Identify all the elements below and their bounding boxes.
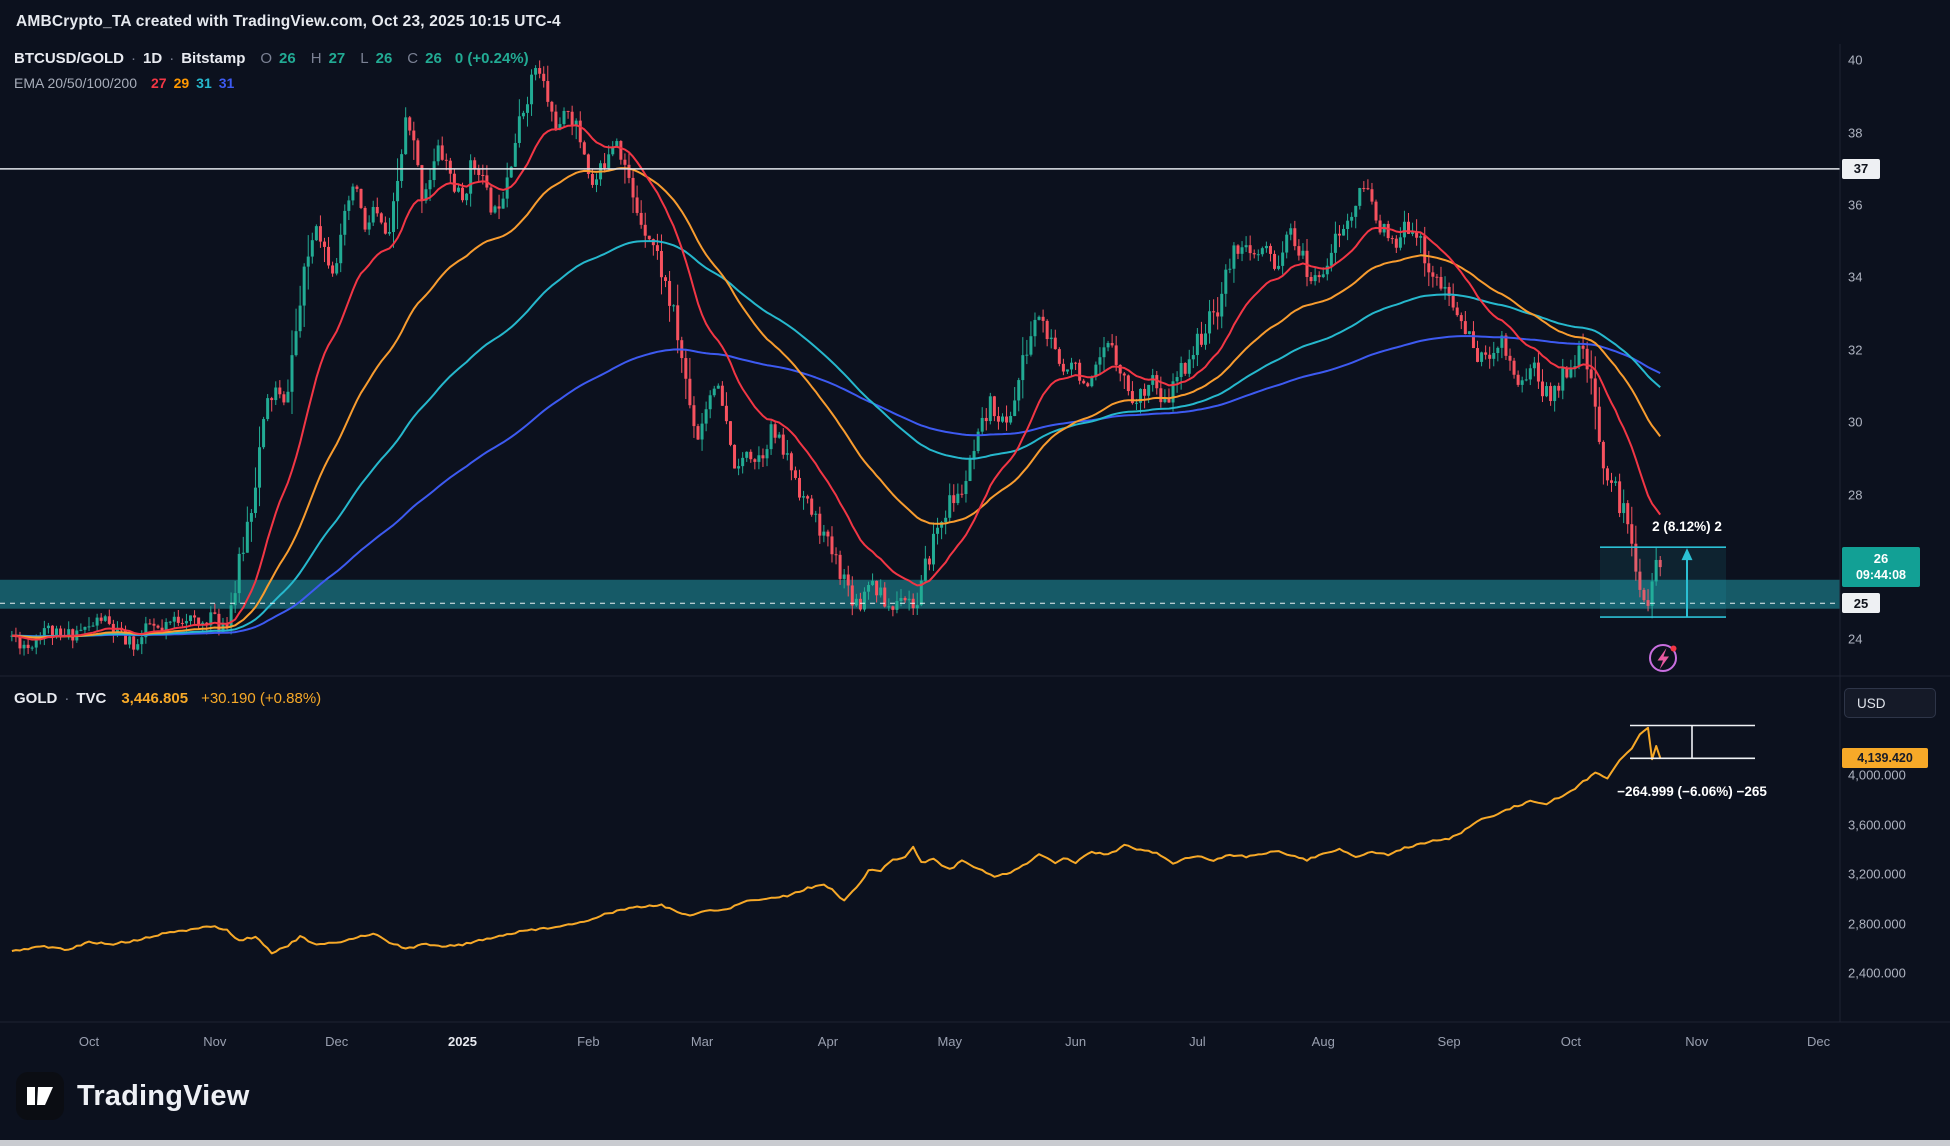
tradingview-logo-icon[interactable] bbox=[16, 1072, 64, 1120]
tradingview-published-chart: AMBCrypto_TA created with TradingView.co… bbox=[0, 0, 1950, 1146]
close-value: 26 bbox=[425, 48, 442, 70]
chart-canvas[interactable] bbox=[0, 0, 1950, 1146]
main-pane-legend: BTCUSD/GOLD · 1D · Bitstamp O 26 H 27 L … bbox=[14, 48, 529, 94]
change-value: 0 (+0.24%) bbox=[455, 48, 529, 70]
last-price-countdown-badge: 26 09:44:08 bbox=[1842, 547, 1920, 587]
time-tick[interactable]: Oct bbox=[79, 1034, 99, 1049]
last-price-text: 26 bbox=[1874, 551, 1888, 568]
time-tick[interactable]: Dec bbox=[1807, 1034, 1830, 1049]
header: AMBCrypto_TA created with TradingView.co… bbox=[0, 0, 1950, 44]
time-tick[interactable]: 2025 bbox=[448, 1034, 477, 1049]
currency-usd-button[interactable]: USD bbox=[1844, 688, 1936, 718]
low-value: 26 bbox=[376, 48, 393, 70]
time-tick[interactable]: Jul bbox=[1189, 1034, 1206, 1049]
price-tick[interactable]: 2,400.000 bbox=[1848, 966, 1906, 981]
ema-indicator-row[interactable]: EMA 20/50/100/200 27 29 31 31 bbox=[14, 72, 529, 94]
symbol-name[interactable]: BTCUSD/GOLD bbox=[14, 48, 124, 70]
gold-change-value: +30.190 (+0.88%) bbox=[201, 688, 321, 710]
hline-price-text: 37 bbox=[1854, 161, 1868, 176]
ema-value: 31 bbox=[219, 75, 235, 91]
symbol-row[interactable]: BTCUSD/GOLD · 1D · Bitstamp O 26 H 27 L … bbox=[14, 48, 529, 70]
high-label: H bbox=[311, 48, 322, 70]
price-tick[interactable]: 36 bbox=[1848, 198, 1862, 213]
gold-symbol-name[interactable]: GOLD bbox=[14, 688, 57, 710]
price-tick[interactable]: 2,800.000 bbox=[1848, 916, 1906, 931]
price-tick[interactable]: 4,000.000 bbox=[1848, 768, 1906, 783]
currency-usd-label: USD bbox=[1857, 696, 1886, 711]
time-tick[interactable]: Feb bbox=[577, 1034, 599, 1049]
header-title: AMBCrypto_TA created with TradingView.co… bbox=[16, 13, 561, 31]
tradingview-wordmark[interactable]: TradingView bbox=[77, 1080, 250, 1113]
separator-dot: · bbox=[131, 48, 136, 70]
time-tick[interactable]: Nov bbox=[203, 1034, 226, 1049]
high-value: 27 bbox=[329, 48, 346, 70]
price-tick[interactable]: 34 bbox=[1848, 270, 1862, 285]
price-tick[interactable]: 40 bbox=[1848, 53, 1862, 68]
gold-pane-legend: GOLD · TVC 3,446.805 +30.190 (+0.88%) bbox=[14, 688, 321, 710]
time-tick[interactable]: Mar bbox=[691, 1034, 713, 1049]
time-tick[interactable]: Aug bbox=[1312, 1034, 1335, 1049]
separator-dot: · bbox=[64, 688, 69, 710]
interval-label[interactable]: 1D bbox=[143, 48, 162, 70]
price-tick[interactable]: 32 bbox=[1848, 342, 1862, 357]
time-tick[interactable]: May bbox=[937, 1034, 962, 1049]
price-tick[interactable]: 24 bbox=[1848, 632, 1862, 647]
price-tick[interactable]: 3,200.000 bbox=[1848, 867, 1906, 882]
price-tick[interactable]: 28 bbox=[1848, 487, 1862, 502]
price-badge-hline: 37 bbox=[1842, 159, 1880, 179]
exchange-label: Bitstamp bbox=[181, 48, 245, 70]
open-value: 26 bbox=[279, 48, 296, 70]
low-label: L bbox=[360, 48, 368, 70]
price-range-label-gold: −264.999 (−6.06%) −265 bbox=[1617, 784, 1767, 799]
time-tick[interactable]: Oct bbox=[1561, 1034, 1581, 1049]
ema-value: 27 bbox=[151, 75, 167, 91]
time-tick[interactable]: Dec bbox=[325, 1034, 348, 1049]
ema-label: EMA 20/50/100/200 bbox=[14, 72, 137, 94]
time-tick[interactable]: Nov bbox=[1685, 1034, 1708, 1049]
ema-value: 29 bbox=[174, 75, 190, 91]
close-label: C bbox=[407, 48, 418, 70]
time-tick[interactable]: Jun bbox=[1065, 1034, 1086, 1049]
open-label: O bbox=[260, 48, 272, 70]
gold-symbol-row[interactable]: GOLD · TVC 3,446.805 +30.190 (+0.88%) bbox=[14, 688, 321, 710]
price-range-label-btc: 2 (8.12%) 2 bbox=[1652, 519, 1722, 534]
price-tick[interactable]: 3,600.000 bbox=[1848, 817, 1906, 832]
price-tick[interactable]: 30 bbox=[1848, 415, 1862, 430]
gold-last-price-badge: 4,139.420 bbox=[1842, 748, 1928, 768]
time-tick[interactable]: Apr bbox=[818, 1034, 838, 1049]
dashed-price-text: 25 bbox=[1854, 596, 1868, 611]
ema-values: 27 29 31 31 bbox=[144, 72, 234, 94]
gold-price-value: 3,446.805 bbox=[121, 688, 188, 710]
separator-dot: · bbox=[169, 48, 174, 70]
time-tick[interactable]: Sep bbox=[1438, 1034, 1461, 1049]
ema-value: 31 bbox=[196, 75, 212, 91]
price-tick[interactable]: 38 bbox=[1848, 125, 1862, 140]
gold-last-price-text: 4,139.420 bbox=[1857, 751, 1913, 765]
price-badge-dashed: 25 bbox=[1842, 593, 1880, 613]
gold-exchange-label: TVC bbox=[76, 688, 106, 710]
footer: TradingView bbox=[16, 1072, 250, 1120]
window-bottom-edge bbox=[0, 1140, 1950, 1146]
bar-countdown-text: 09:44:08 bbox=[1856, 567, 1906, 583]
